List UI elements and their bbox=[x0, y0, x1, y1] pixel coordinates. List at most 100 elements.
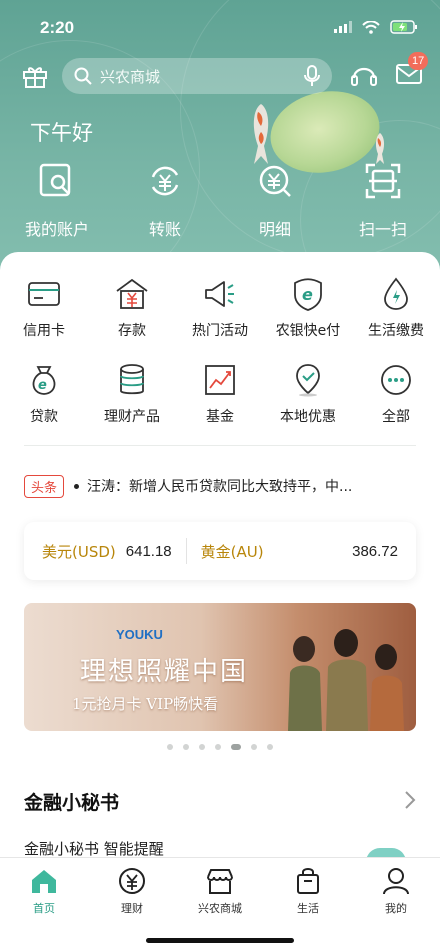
section-subtitle[interactable]: 金融小秘书 智能提醒 bbox=[24, 838, 164, 859]
signal-icon bbox=[334, 21, 352, 33]
usd-label: 美元(USD) bbox=[42, 542, 116, 561]
svg-text:e: e bbox=[302, 285, 313, 304]
carousel-dot[interactable] bbox=[199, 744, 205, 750]
service-wealth-products[interactable]: 理财产品 bbox=[88, 362, 176, 426]
service-label: 全部 bbox=[382, 409, 410, 425]
service-label: 基金 bbox=[206, 409, 234, 425]
gold-label: 黄金(AU) bbox=[200, 542, 264, 561]
carousel-dot[interactable] bbox=[167, 744, 173, 750]
headline-text[interactable]: 汪涛：新增人民币贷款同比大致持平，中... bbox=[87, 476, 416, 496]
service-label: 贷款 bbox=[30, 409, 58, 425]
service-hot-activity[interactable]: 热门活动 bbox=[176, 276, 264, 340]
service-label: 信用卡 bbox=[23, 323, 65, 339]
quick-details[interactable]: 明细 bbox=[230, 160, 320, 240]
gift-icon[interactable] bbox=[22, 64, 48, 88]
details-icon bbox=[259, 165, 291, 197]
scan-icon bbox=[365, 163, 401, 199]
headline-tag: 头条 bbox=[24, 474, 65, 498]
bullet-dot bbox=[74, 483, 80, 489]
tab-wealth[interactable]: 理财 bbox=[88, 866, 176, 916]
quick-label: 转账 bbox=[148, 220, 181, 239]
service-credit-card[interactable]: 信用卡 bbox=[0, 276, 88, 340]
battery-icon bbox=[390, 20, 417, 34]
microphone-icon[interactable] bbox=[304, 65, 320, 87]
koi-fish-decoration bbox=[253, 104, 269, 164]
exchange-rates-card[interactable]: 美元(USD) 641.18 黄金(AU) 386.72 bbox=[24, 522, 416, 580]
carousel-dot-active[interactable] bbox=[231, 744, 241, 750]
water-drop-icon bbox=[384, 277, 408, 310]
svg-text:e: e bbox=[38, 378, 47, 393]
quick-label: 扫一扫 bbox=[358, 220, 407, 239]
deposit-icon bbox=[116, 278, 148, 309]
banner-people-illustration bbox=[288, 629, 404, 731]
promo-banner[interactable]: YOUKU 理想照耀中国 1元抢月卡 VIP畅快看 bbox=[24, 603, 416, 731]
top-bar: 兴农商城 17 bbox=[0, 52, 440, 94]
mail-badge: 17 bbox=[408, 52, 429, 70]
service-e-pay[interactable]: e 农银快e付 bbox=[264, 276, 352, 340]
service-life-payment[interactable]: 生活缴费 bbox=[352, 276, 440, 340]
service-all[interactable]: 全部 bbox=[352, 362, 440, 426]
service-fund[interactable]: 基金 bbox=[176, 362, 264, 426]
tab-label: 首页 bbox=[33, 902, 55, 915]
quick-label: 我的账户 bbox=[24, 220, 89, 239]
yen-coin-icon bbox=[119, 868, 145, 894]
headset-icon[interactable] bbox=[350, 62, 378, 88]
megaphone-icon bbox=[205, 281, 234, 307]
carousel-dot[interactable] bbox=[251, 744, 257, 750]
quick-label: 明细 bbox=[258, 220, 291, 239]
quick-transfer[interactable]: 转账 bbox=[120, 160, 210, 240]
tab-label: 理财 bbox=[121, 902, 143, 915]
wifi-icon bbox=[362, 20, 380, 34]
gold-value: 386.72 bbox=[352, 542, 398, 560]
shopping-bag-icon bbox=[297, 868, 319, 894]
carousel-indicator bbox=[0, 744, 440, 750]
headline-news[interactable]: 头条 汪涛：新增人民币贷款同比大致持平，中... bbox=[24, 474, 416, 498]
transfer-icon bbox=[151, 166, 179, 196]
loan-bag-icon: e bbox=[32, 366, 56, 395]
tab-mine[interactable]: 我的 bbox=[352, 866, 440, 916]
search-input[interactable]: 兴农商城 bbox=[100, 66, 304, 87]
rate-divider bbox=[185, 538, 187, 564]
more-dots-icon bbox=[381, 365, 411, 395]
tab-label: 我的 bbox=[385, 902, 407, 915]
section-title: 金融小秘书 bbox=[24, 792, 120, 814]
coins-stack-icon bbox=[120, 364, 144, 395]
tab-shop[interactable]: 兴农商城 bbox=[176, 866, 264, 916]
status-bar: 2:20 bbox=[0, 0, 440, 56]
usd-value: 641.18 bbox=[125, 542, 172, 560]
service-label: 存款 bbox=[118, 323, 146, 339]
service-label: 本地优惠 bbox=[280, 409, 336, 425]
credit-card-icon bbox=[28, 282, 60, 306]
quick-my-account[interactable]: 我的账户 bbox=[12, 160, 102, 240]
divider bbox=[24, 445, 416, 446]
search-icon bbox=[74, 67, 92, 85]
shop-icon bbox=[207, 869, 233, 894]
service-label: 农银快e付 bbox=[275, 323, 341, 339]
carousel-dot[interactable] bbox=[267, 744, 273, 750]
search-bar[interactable]: 兴农商城 bbox=[62, 58, 332, 94]
greeting: 下午好 bbox=[30, 121, 93, 145]
status-time: 2:20 bbox=[40, 18, 75, 37]
tab-label: 兴农商城 bbox=[198, 902, 242, 915]
carousel-dot[interactable] bbox=[183, 744, 189, 750]
tab-home[interactable]: 首页 bbox=[0, 866, 88, 916]
service-label: 热门活动 bbox=[192, 323, 248, 339]
service-label: 生活缴费 bbox=[368, 323, 424, 339]
tab-life[interactable]: 生活 bbox=[264, 866, 352, 916]
youku-logo: YOUKU bbox=[116, 627, 163, 642]
status-icons bbox=[334, 20, 418, 34]
tab-label: 生活 bbox=[297, 902, 319, 915]
service-loan[interactable]: e 贷款 bbox=[0, 362, 88, 426]
location-pin-icon bbox=[296, 364, 320, 397]
home-icon bbox=[32, 870, 56, 893]
banner-slogan: 理想照耀中国 bbox=[80, 657, 249, 687]
service-local-offers[interactable]: 本地优惠 bbox=[264, 362, 352, 426]
chevron-right-icon[interactable] bbox=[404, 790, 416, 810]
service-deposit[interactable]: 存款 bbox=[88, 276, 176, 340]
carousel-dot[interactable] bbox=[215, 744, 221, 750]
e-pay-icon: e bbox=[294, 278, 322, 311]
quick-scan[interactable]: 扫一扫 bbox=[338, 160, 428, 240]
banner-subtitle: 1元抢月卡 VIP畅快看 bbox=[72, 695, 219, 713]
person-icon bbox=[383, 868, 409, 895]
home-indicator bbox=[146, 938, 294, 943]
